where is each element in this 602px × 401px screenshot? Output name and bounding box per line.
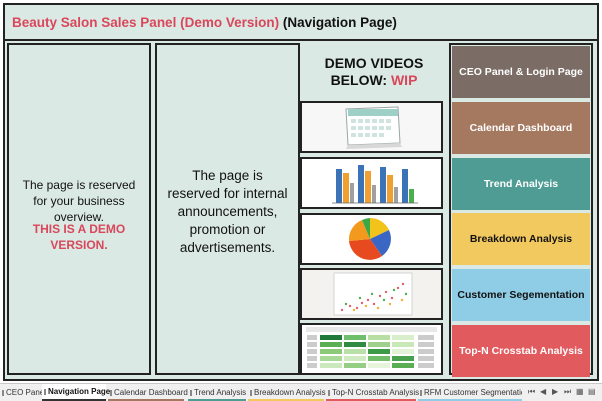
sheet-icon: [2, 389, 4, 396]
sheet-icon: [190, 389, 192, 396]
tab-rfm-segmentation[interactable]: RFM Customer Segmentatio...: [418, 384, 522, 401]
navigation-column: CEO Panel & Login Page Calendar Dashboar…: [449, 43, 593, 377]
first-sheet-icon[interactable]: ⏮: [528, 387, 535, 397]
tab-navigation-page[interactable]: Navigation Page: [42, 384, 110, 401]
video-thumbnail-crosstab[interactable]: [300, 323, 443, 375]
tab-ceo-panel[interactable]: CEO Panel: [0, 384, 46, 401]
video-thumbnail-trend[interactable]: [300, 157, 443, 209]
nav-button-trend-analysis[interactable]: Trend Analysis: [452, 158, 590, 210]
business-overview-text: The page is reserved for your business o…: [22, 178, 136, 224]
last-sheet-icon[interactable]: ⏭: [564, 387, 571, 397]
nav-button-customer-segmentation[interactable]: Customer Segementation: [452, 269, 590, 321]
sheet-icon: [420, 389, 422, 396]
tab-breakdown-analysis[interactable]: Breakdown Analysis: [248, 384, 326, 401]
sheet-tab-bar: CEO Panel Navigation Page Calendar Dashb…: [0, 383, 602, 401]
video-thumbnail-breakdown[interactable]: [300, 213, 443, 265]
nav-button-ceo-panel[interactable]: CEO Panel & Login Page: [452, 46, 590, 98]
announcements-panel: The page is reserved for internal announ…: [155, 43, 300, 375]
scatter-plot-thumbnail-icon: [302, 270, 441, 318]
title-bar: Beauty Salon Sales Panel (Demo Version) …: [5, 5, 597, 41]
tab-top-n-crosstab[interactable]: Top-N Crosstab Analysis: [326, 384, 419, 401]
sheet-icon: [250, 389, 252, 396]
nav-button-breakdown-analysis[interactable]: Breakdown Analysis: [452, 213, 590, 265]
tab-trend-analysis[interactable]: Trend Analysis: [188, 384, 246, 401]
bar-chart-thumbnail-icon: [302, 159, 441, 207]
prev-sheet-icon[interactable]: ◀: [540, 387, 546, 396]
calendar-thumbnail-icon: [302, 103, 441, 151]
video-thumbnail-segmentation[interactable]: [300, 268, 443, 320]
business-overview-panel: The page is reserved for your business o…: [7, 43, 151, 375]
announcements-text: The page is reserved for internal announ…: [167, 168, 288, 255]
tab-calendar-dashboard[interactable]: Calendar Dashboard: [108, 384, 188, 401]
page-title: Beauty Salon Sales Panel (Demo Version) …: [12, 15, 397, 30]
demo-version-note: THIS IS A DEMO VERSION.: [32, 222, 126, 252]
filmstrip-view-icon[interactable]: ▤: [588, 387, 596, 396]
nav-button-top-n-crosstab[interactable]: Top-N Crosstab Analysis: [452, 325, 590, 377]
next-sheet-icon[interactable]: ▶: [552, 387, 558, 396]
sheet-icon: [110, 389, 112, 396]
wip-label: WIP: [390, 72, 418, 88]
grid-view-icon[interactable]: ▦: [576, 387, 584, 396]
crosstab-thumbnail-icon: [302, 325, 441, 373]
demo-videos-header: DEMO VIDEOS BELOW: WIP: [324, 55, 424, 88]
sheet-icon: [44, 388, 46, 395]
nav-button-calendar-dashboard[interactable]: Calendar Dashboard: [452, 102, 590, 154]
video-thumbnail-calendar[interactable]: [300, 101, 443, 153]
pie-chart-thumbnail-icon: [302, 215, 441, 263]
sheet-icon: [328, 389, 330, 396]
